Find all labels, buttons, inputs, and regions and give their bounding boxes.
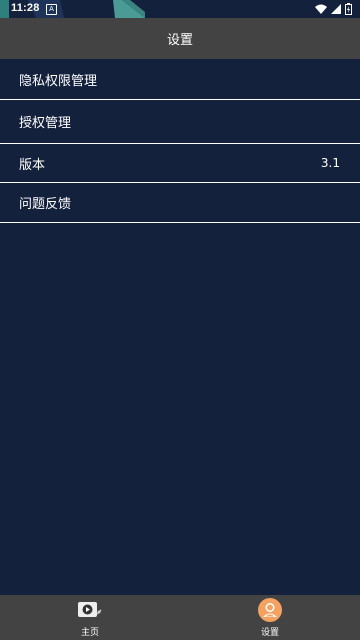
version-value: 3.1 [320,156,340,170]
page-title: 设置 [166,33,193,48]
status-time: 11:28 [11,2,40,14]
settings-item-label: 版本 [19,157,46,173]
settings-item-version[interactable]: 版本 3.1 [0,144,360,183]
signal-icon [331,4,341,14]
settings-item-label: 问题反馈 [19,197,72,212]
settings-item-label: 隐私权限管理 [19,73,98,89]
video-play-icon [78,602,102,617]
app-header: 设置 [0,18,360,59]
nav-item-settings[interactable]: 设置 [180,595,360,640]
settings-item-privacy-permissions[interactable]: 隐私权限管理 [0,59,360,100]
wifi-icon [315,4,327,14]
status-bar: 11:28 A [0,0,360,18]
nav-label-settings: 设置 [260,628,279,638]
status-icons [315,3,352,15]
notification-icon: A [46,4,57,15]
settings-item-label: 授权管理 [19,116,72,131]
settings-item-authorization[interactable]: 授权管理 [0,100,360,144]
settings-list: 隐私权限管理 授权管理 版本 3.1 问题反馈 [0,59,360,223]
bottom-nav: 主页 设置 [0,595,360,640]
settings-item-feedback[interactable]: 问题反馈 [0,183,360,223]
battery-icon [345,3,352,15]
nav-item-home[interactable]: 主页 [0,595,180,640]
nav-label-home: 主页 [80,628,99,638]
avatar-icon [258,598,282,622]
